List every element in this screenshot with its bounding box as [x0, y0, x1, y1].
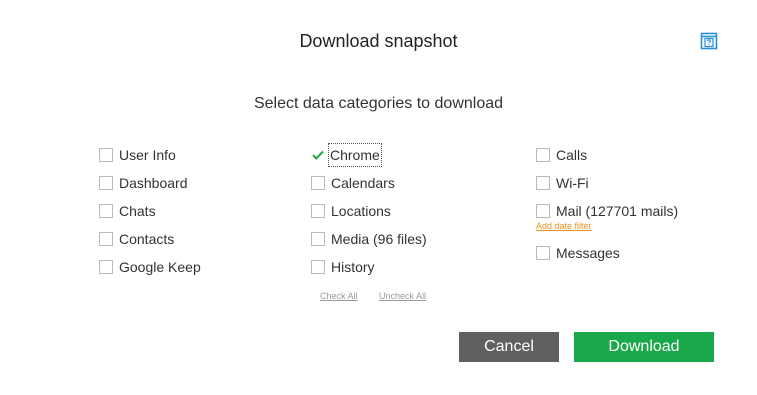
checkbox[interactable]	[311, 260, 325, 274]
mail-option-group: Mail (127701 mails) Add date filter	[536, 200, 678, 242]
option-calls[interactable]: Calls	[536, 144, 678, 172]
download-snapshot-dialog: Download snapshot Select data categories…	[0, 0, 757, 395]
option-messages[interactable]: Messages	[536, 242, 678, 270]
cancel-button[interactable]: Cancel	[459, 332, 559, 362]
checkbox[interactable]	[99, 148, 113, 162]
checkbox[interactable]	[99, 176, 113, 190]
checkmark-icon	[312, 150, 324, 160]
checkbox[interactable]	[99, 260, 113, 274]
option-locations[interactable]: Locations	[311, 200, 427, 228]
dialog-subtitle: Select data categories to download	[253, 95, 504, 112]
download-button[interactable]: Download	[574, 332, 714, 362]
option-google-keep[interactable]: Google Keep	[99, 256, 201, 284]
uncheck-all-link[interactable]: Uncheck All	[379, 291, 426, 301]
add-date-filter-link[interactable]: Add date filter	[536, 221, 592, 231]
option-calendars[interactable]: Calendars	[311, 172, 427, 200]
option-label: Locations	[331, 203, 391, 219]
option-label: Google Keep	[119, 259, 201, 275]
checkbox[interactable]	[99, 204, 113, 218]
option-label: Chats	[119, 203, 156, 219]
option-label: History	[331, 259, 375, 275]
checkbox[interactable]	[536, 204, 550, 218]
option-contacts[interactable]: Contacts	[99, 228, 201, 256]
category-column-2: Chrome Calendars Locations Media (96 fil…	[311, 143, 427, 284]
option-wifi[interactable]: Wi-Fi	[536, 172, 678, 200]
option-dashboard[interactable]: Dashboard	[99, 172, 201, 200]
checkbox[interactable]	[536, 148, 550, 162]
check-all-link[interactable]: Check All	[320, 291, 358, 301]
dialog-title: Download snapshot	[299, 31, 458, 51]
checkbox[interactable]	[536, 176, 550, 190]
option-user-info[interactable]: User Info	[99, 144, 201, 172]
option-label: Messages	[556, 245, 620, 261]
option-label: Dashboard	[119, 175, 188, 191]
option-label: Calls	[556, 147, 588, 163]
option-label: Chrome	[328, 143, 382, 167]
option-label: Media (96 files)	[331, 231, 427, 247]
category-column-3: Calls Wi-Fi Mail (127701 mails) Add date…	[536, 144, 678, 270]
help-book-icon[interactable]	[700, 32, 718, 50]
checkbox[interactable]	[536, 246, 550, 260]
checkbox[interactable]	[311, 204, 325, 218]
option-chats[interactable]: Chats	[99, 200, 201, 228]
option-label: User Info	[119, 147, 176, 163]
option-history[interactable]: History	[311, 256, 427, 284]
option-chrome[interactable]: Chrome	[311, 143, 427, 172]
option-label: Calendars	[331, 175, 395, 191]
checkbox-checked[interactable]	[311, 148, 325, 162]
checkbox[interactable]	[311, 176, 325, 190]
option-label: Mail (127701 mails)	[556, 203, 679, 219]
option-label: Contacts	[119, 231, 175, 247]
checkbox[interactable]	[99, 232, 113, 246]
checkbox[interactable]	[311, 232, 325, 246]
option-media[interactable]: Media (96 files)	[311, 228, 427, 256]
category-column-1: User Info Dashboard Chats Contacts Googl…	[99, 144, 201, 284]
option-label: Wi-Fi	[556, 175, 589, 191]
